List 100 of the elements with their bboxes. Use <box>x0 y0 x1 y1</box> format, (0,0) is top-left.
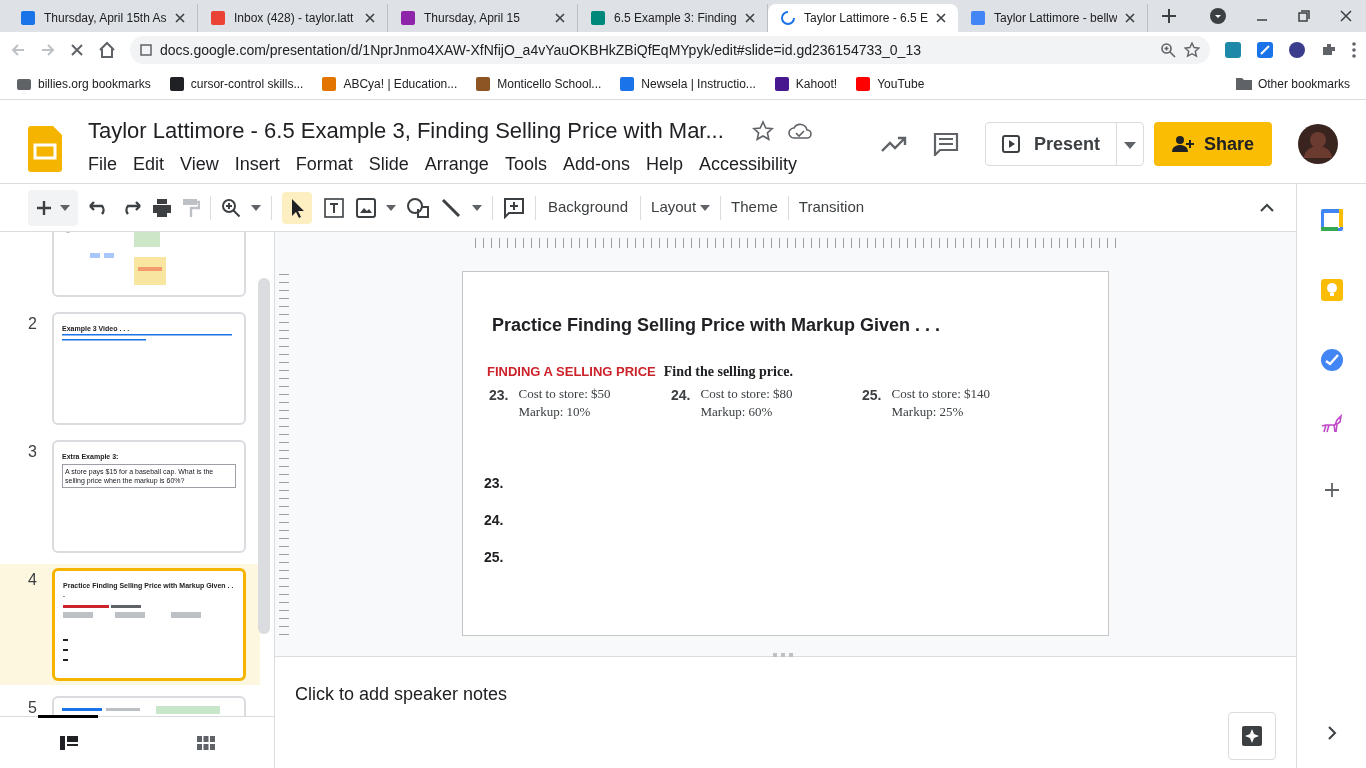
problem-text: Cost to store: $140 <box>891 385 991 403</box>
address-bar[interactable]: docs.google.com/presentation/d/1NprJnmo4XAW-XfNfijO_a4vYauOKBHkZBiQfEqMYpyk/edit#slide=id.gd236154733_0_13 <box>130 36 1210 64</box>
new-tab-icon[interactable] <box>1162 9 1176 23</box>
answer-number: 25. <box>484 548 504 567</box>
shape-icon[interactable] <box>406 196 430 219</box>
menu-item[interactable]: Edit <box>126 151 172 178</box>
extension-icon[interactable] <box>1288 41 1306 59</box>
theme-button[interactable]: Theme <box>731 196 778 219</box>
image-icon[interactable] <box>356 197 376 218</box>
grid-view-icon[interactable] <box>196 735 215 750</box>
caret-icon[interactable] <box>60 204 70 211</box>
bookmark-icon <box>475 76 492 91</box>
sparkle-icon <box>1240 724 1264 748</box>
menu-item[interactable]: Slide <box>361 151 416 178</box>
bookmark[interactable]: cursor-control skills... <box>168 74 304 93</box>
menu-item[interactable]: Format <box>288 151 360 178</box>
problem-number: 23. <box>489 386 509 405</box>
section-heading: FINDING A SELLING PRICE <box>487 363 656 381</box>
menu-item[interactable]: File <box>88 151 124 178</box>
calendar-icon[interactable] <box>1319 208 1344 232</box>
bookmark-icon <box>321 76 338 91</box>
bookmark-icon <box>855 76 872 91</box>
bookmark-icon <box>619 76 636 91</box>
home-icon[interactable] <box>98 41 116 59</box>
slide-number: 4 <box>28 570 38 590</box>
caret-icon[interactable] <box>472 204 482 211</box>
bookmark[interactable]: ABCya! | Education... <box>321 74 458 93</box>
menu-item[interactable]: Tools <box>497 151 554 178</box>
caret-icon[interactable] <box>386 204 396 211</box>
extension-icon[interactable] <box>1224 41 1242 59</box>
problem-text: Markup: 60% <box>700 403 774 421</box>
problem-text: Markup: 10% <box>518 403 592 421</box>
stop-icon[interactable] <box>70 43 84 57</box>
add-icon[interactable] <box>1323 482 1340 498</box>
more-icon[interactable] <box>1352 42 1356 58</box>
menu-item[interactable]: Accessibility <box>692 151 804 178</box>
slide-number: 3 <box>28 442 38 462</box>
menu-item[interactable]: Help <box>638 151 690 178</box>
trend-icon[interactable] <box>880 136 907 152</box>
close-icon[interactable] <box>175 13 185 23</box>
share-button[interactable]: Share <box>1153 122 1272 166</box>
close-icon[interactable] <box>936 13 946 23</box>
star-icon[interactable] <box>751 119 774 142</box>
zoom-icon[interactable] <box>1160 42 1176 58</box>
scrollbar[interactable] <box>258 278 270 634</box>
bookmark[interactable]: YouTube <box>855 74 925 93</box>
problem-text: Cost to store: $80 <box>700 385 793 403</box>
restore-icon[interactable] <box>1298 10 1310 22</box>
caret-icon[interactable] <box>251 204 261 211</box>
browser-tab[interactable]: Taylor Lattimore - 6.5 E <box>768 4 958 32</box>
bookmark[interactable]: Newsela | Instructio... <box>619 74 756 93</box>
avatar-icon[interactable] <box>1298 124 1338 164</box>
line-icon[interactable] <box>440 196 462 219</box>
menu-item[interactable]: Insert <box>227 151 287 178</box>
url-text: docs.google.com/presentation/d/1NprJnmo4XAW-XfNfijO_a4vYauOKBHkZBiQfEqMYpyk/edit#slide=id.gd236154733_0_13 <box>160 40 922 60</box>
cursor-icon[interactable] <box>282 191 312 224</box>
page-info-icon <box>140 44 152 56</box>
bookmark[interactable]: Monticello School... <box>475 74 602 93</box>
check-circle-icon[interactable] <box>1319 348 1344 372</box>
transition-button[interactable]: Transition <box>798 196 865 219</box>
document-title[interactable]: Taylor Lattimore - 6.5 Example 3, Finding Selling Price with Mar... <box>88 114 724 147</box>
cloud-icon[interactable] <box>787 121 812 140</box>
folder-icon <box>16 76 32 91</box>
answer-number: 24. <box>484 511 504 530</box>
close-icon[interactable] <box>1125 13 1135 23</box>
menu-item[interactable]: Add-ons <box>555 151 637 178</box>
background-button[interactable]: Background <box>546 196 631 219</box>
print-icon[interactable] <box>152 197 172 218</box>
slide[interactable] <box>462 271 1109 636</box>
close-icon[interactable] <box>365 13 375 23</box>
bookmark[interactable]: Kahoot! <box>773 74 838 93</box>
close-icon[interactable] <box>1340 10 1352 22</box>
instruction-text: Find the selling price. <box>663 363 793 381</box>
extension-icon[interactable] <box>1256 41 1274 59</box>
problem-number: 25. <box>862 386 882 405</box>
zoom-icon[interactable] <box>221 197 241 218</box>
star-icon[interactable] <box>1184 42 1200 58</box>
present-icon <box>1001 135 1020 153</box>
add-comment-icon[interactable] <box>503 196 525 219</box>
filmstrip-view-icon[interactable] <box>59 735 78 750</box>
problem-text: Markup: 25% <box>891 403 965 421</box>
menu-item[interactable]: Arrange <box>417 151 496 178</box>
answer-number: 23. <box>484 474 504 493</box>
add-icon[interactable] <box>36 199 52 216</box>
text-box-icon[interactable] <box>322 195 346 220</box>
comment-icon[interactable] <box>932 132 959 156</box>
problem-text: Cost to store: $50 <box>518 385 611 403</box>
explore-button[interactable] <box>1228 712 1276 760</box>
add-person-icon <box>1171 135 1194 153</box>
collapse-icon[interactable] <box>1260 202 1274 213</box>
bookmark[interactable]: Other bookmarks <box>1235 74 1350 93</box>
menu-item[interactable]: View <box>173 151 226 178</box>
close-icon[interactable] <box>745 13 755 23</box>
close-icon[interactable] <box>555 13 565 23</box>
bookmark[interactable]: billies.org bookmarks <box>16 74 151 93</box>
tab-search-icon[interactable] <box>1210 8 1226 24</box>
slide-number: 2 <box>28 314 38 334</box>
expand-icon[interactable] <box>1326 726 1337 740</box>
problem-number: 24. <box>671 386 691 405</box>
layout-button[interactable]: Layout <box>651 196 711 219</box>
